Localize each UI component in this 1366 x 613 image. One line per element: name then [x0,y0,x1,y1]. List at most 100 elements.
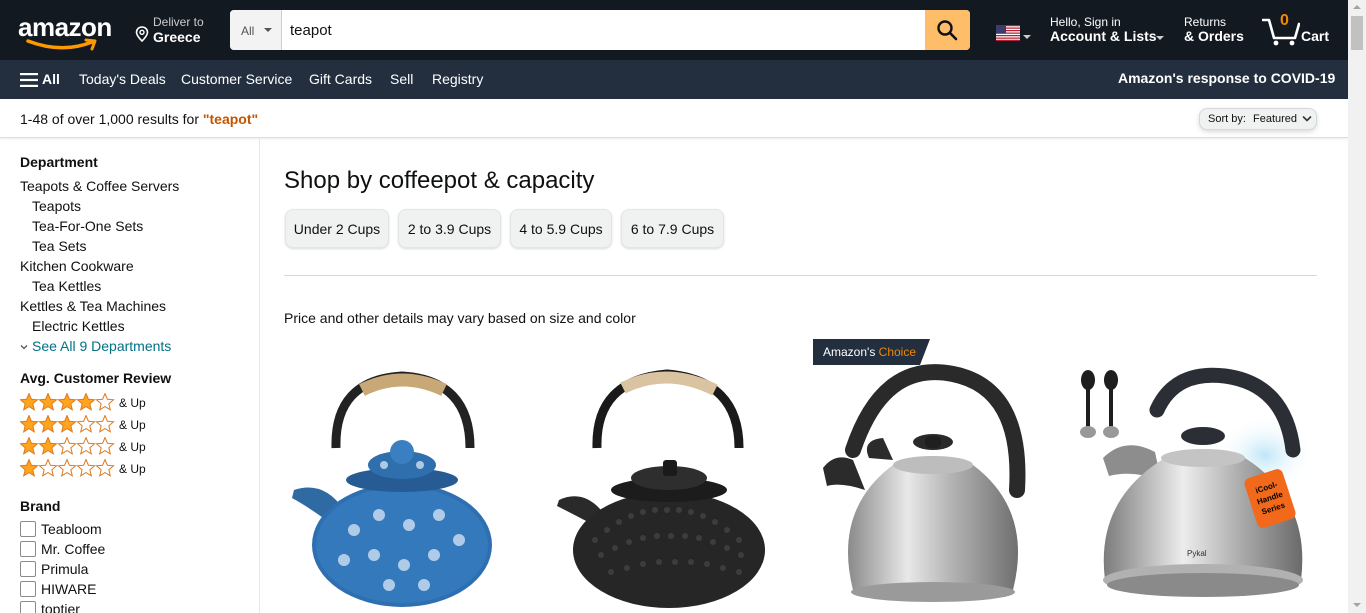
dept-electric-kettles[interactable]: Electric Kettles [32,318,125,334]
brand-heading: Brand [20,498,61,514]
dept-teapots[interactable]: Teapots [32,198,81,214]
capacity-under-2-cups[interactable]: Under 2 Cups [285,209,389,248]
review-and-up: & Up [119,396,146,410]
returns-orders[interactable]: Returns & Orders [1184,14,1254,48]
us-flag-icon[interactable] [996,25,1020,41]
dept-teapots-coffee-servers[interactable]: Teapots & Coffee Servers [20,178,179,194]
star-empty-icon [57,458,77,477]
review-filter-3-stars[interactable]: & Up [19,414,220,435]
review-heading: Avg. Customer Review [20,370,172,386]
capacity-2-to-3-9-cups[interactable]: 2 to 3.9 Cups [398,209,501,248]
chevron-down-icon [20,345,28,350]
brand-label: Mr. Coffee [41,541,106,557]
star-filled-icon [38,392,58,411]
search-category-dropdown[interactable]: All [230,10,282,50]
cart-button[interactable]: 0 Cart [1262,12,1334,50]
sort-label: Sort by: [1208,113,1246,125]
scroll-down-arrow-icon[interactable] [1353,603,1361,607]
caret-down-icon [1023,35,1031,39]
star-filled-icon [19,436,39,455]
sort-dropdown[interactable]: Sort by: Featured [1199,108,1317,130]
product-image-black-teapot[interactable] [555,340,795,613]
nav-all[interactable]: All [42,71,60,87]
scrollbar-thumb[interactable] [1351,16,1363,50]
star-filled-icon [57,414,77,433]
nav-gift-cards[interactable]: Gift Cards [309,71,372,87]
department-heading: Department [20,154,98,170]
see-all-departments-link[interactable]: See All 9 Departments [20,338,171,354]
search-button[interactable] [925,10,970,50]
nav-registry[interactable]: Registry [432,71,483,87]
review-filter-2-stars[interactable]: & Up [19,436,220,457]
dept-tea-kettles[interactable]: Tea Kettles [32,278,101,294]
brand-filter-primula[interactable]: Primula [20,560,220,580]
review-and-up: & Up [119,418,146,432]
brand-checkbox[interactable] [20,541,36,557]
results-count-prefix: 1-48 of over 1,000 results for [20,111,203,127]
scroll-up-arrow-icon[interactable] [1353,5,1361,9]
nav-todays-deals[interactable]: Today's Deals [79,71,166,87]
nav-customer-service[interactable]: Customer Service [181,71,292,87]
review-and-up: & Up [119,440,146,454]
caret-down-icon [1156,36,1164,40]
search-category-label: All [241,24,255,38]
section-divider [284,275,1317,276]
capacity-4-to-5-9-cups[interactable]: 4 to 5.9 Cups [510,209,612,248]
dept-kettles-tea-machines[interactable]: Kettles & Tea Machines [20,298,166,314]
star-rating-icon [19,436,115,455]
star-empty-icon [95,392,115,411]
product-image-stainless-kettle[interactable] [813,340,1053,613]
returns-label: Returns [1184,15,1227,29]
star-filled-icon [19,392,39,411]
product-image-pykal-kettle[interactable]: iCool- Handle Series Pykal [1075,340,1317,613]
brand-checkbox[interactable] [20,521,36,537]
sort-value: Featured [1253,113,1298,125]
star-rating-icon [19,392,115,411]
brand-filter-toptier[interactable]: toptier [20,600,220,613]
location-pin-icon [135,26,149,42]
star-empty-icon [38,458,58,477]
search-bar: All [230,10,970,50]
account-greeting: Hello, Sign in [1050,15,1121,29]
star-empty-icon [76,436,96,455]
capacity-6-to-7-9-cups[interactable]: 6 to 7.9 Cups [621,209,724,248]
shop-by-heading: Shop by coffeepot & capacity [284,167,595,194]
star-filled-icon [76,392,96,411]
dept-kitchen-cookware[interactable]: Kitchen Cookware [20,258,134,274]
nav-sell[interactable]: Sell [390,71,413,87]
deliver-to[interactable]: Deliver to Greece [134,14,220,46]
brand-filter-teabloom[interactable]: Teabloom [20,520,220,540]
results-info-bar: 1-48 of over 1,000 results for "teapot" … [0,99,1348,138]
results-count: 1-48 of over 1,000 results for "teapot" [20,111,258,127]
amazon-logo[interactable]: amazon [18,10,118,51]
see-all-label: See All 9 Departments [32,338,172,354]
star-filled-icon [19,458,39,477]
review-filter-1-star[interactable]: & Up [19,458,220,479]
account-menu[interactable]: Hello, Sign in Account & Lists [1050,14,1170,48]
brand-checkbox[interactable] [20,581,36,597]
chevron-down-icon [1302,116,1312,122]
caret-down-icon [264,28,272,32]
brand-label: HIWARE [41,581,97,597]
deliver-location: Greece [153,29,201,45]
orders-label: & Orders [1184,28,1244,44]
dept-tea-for-one-sets[interactable]: Tea-For-One Sets [32,218,143,234]
star-empty-icon [95,436,115,455]
brand-filter-hiware[interactable]: HIWARE [20,580,220,600]
nav-covid-response[interactable]: Amazon's response to COVID-19 [1118,70,1335,86]
review-filter-4-stars[interactable]: & Up [19,392,220,413]
brand-label: Teabloom [41,521,102,537]
search-input[interactable] [282,10,925,50]
star-empty-icon [95,414,115,433]
secondary-navbar: All Today's Deals Customer Service Gift … [0,60,1348,99]
review-and-up: & Up [119,462,146,476]
brand-checkbox[interactable] [20,561,36,577]
product-image-blue-teapot[interactable] [284,340,524,613]
search-icon [937,20,958,41]
brand-checkbox[interactable] [20,601,36,613]
dept-tea-sets[interactable]: Tea Sets [32,238,86,254]
brand-filter-mr-coffee[interactable]: Mr. Coffee [20,540,220,560]
page-scrollbar[interactable] [1348,0,1366,613]
hamburger-menu-icon[interactable] [20,73,38,87]
brand-label: toptier [41,601,80,613]
